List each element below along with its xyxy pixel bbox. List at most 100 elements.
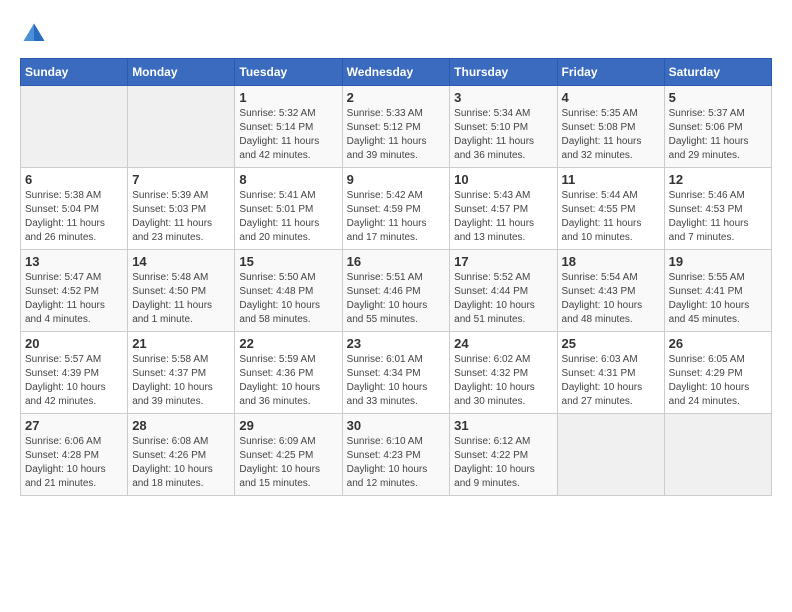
day-info: Sunrise: 5:38 AMSunset: 5:04 PMDaylight:…	[25, 190, 105, 243]
day-number: 29	[239, 418, 337, 433]
day-info: Sunrise: 5:55 AMSunset: 4:41 PMDaylight:…	[669, 272, 750, 325]
calendar-cell: 3 Sunrise: 5:34 AMSunset: 5:10 PMDaylight…	[450, 86, 557, 168]
day-number: 5	[669, 90, 767, 105]
day-info: Sunrise: 6:05 AMSunset: 4:29 PMDaylight:…	[669, 354, 750, 407]
day-info: Sunrise: 5:58 AMSunset: 4:37 PMDaylight:…	[132, 354, 213, 407]
day-info: Sunrise: 5:37 AMSunset: 5:06 PMDaylight:…	[669, 108, 749, 161]
column-header-tuesday: Tuesday	[235, 59, 342, 86]
day-info: Sunrise: 5:44 AMSunset: 4:55 PMDaylight:…	[562, 190, 642, 243]
calendar-week-row: 27 Sunrise: 6:06 AMSunset: 4:28 PMDayligh…	[21, 414, 772, 496]
calendar-cell: 4 Sunrise: 5:35 AMSunset: 5:08 PMDaylight…	[557, 86, 664, 168]
calendar-cell: 2Sunrise: 5:33 AMSunset: 5:12 PMDaylight…	[342, 86, 450, 168]
day-number: 31	[454, 418, 552, 433]
calendar-cell	[557, 414, 664, 496]
day-info: Sunrise: 5:34 AMSunset: 5:10 PMDaylight:…	[454, 108, 534, 161]
calendar-cell: 15 Sunrise: 5:50 AMSunset: 4:48 PMDayligh…	[235, 250, 342, 332]
day-info: Sunrise: 6:02 AMSunset: 4:32 PMDaylight:…	[454, 354, 535, 407]
day-number: 14	[132, 254, 230, 269]
day-info: Sunrise: 5:50 AMSunset: 4:48 PMDaylight:…	[239, 272, 320, 325]
calendar-cell: 6 Sunrise: 5:38 AMSunset: 5:04 PMDaylight…	[21, 168, 128, 250]
calendar-cell: 27 Sunrise: 6:06 AMSunset: 4:28 PMDayligh…	[21, 414, 128, 496]
day-info: Sunrise: 5:39 AMSunset: 5:03 PMDaylight:…	[132, 190, 212, 243]
calendar-cell: 31 Sunrise: 6:12 AMSunset: 4:22 PMDayligh…	[450, 414, 557, 496]
day-info: Sunrise: 5:46 AMSunset: 4:53 PMDaylight:…	[669, 190, 749, 243]
day-number: 13	[25, 254, 123, 269]
day-info: Sunrise: 6:09 AMSunset: 4:25 PMDaylight:…	[239, 436, 320, 489]
column-header-friday: Friday	[557, 59, 664, 86]
day-info: Sunrise: 5:47 AMSunset: 4:52 PMDaylight:…	[25, 272, 105, 325]
day-info: Sunrise: 6:10 AMSunset: 4:23 PMDaylight:…	[347, 436, 428, 489]
day-info: Sunrise: 5:32 AMSunset: 5:14 PMDaylight:…	[239, 108, 319, 161]
logo-icon	[20, 20, 48, 48]
column-header-wednesday: Wednesday	[342, 59, 450, 86]
day-info: Sunrise: 5:35 AMSunset: 5:08 PMDaylight:…	[562, 108, 642, 161]
calendar-cell: 23 Sunrise: 6:01 AMSunset: 4:34 PMDayligh…	[342, 332, 450, 414]
calendar-cell: 14 Sunrise: 5:48 AMSunset: 4:50 PMDayligh…	[128, 250, 235, 332]
calendar-cell: 8 Sunrise: 5:41 AMSunset: 5:01 PMDaylight…	[235, 168, 342, 250]
day-number: 9	[347, 172, 446, 187]
calendar-cell: 29 Sunrise: 6:09 AMSunset: 4:25 PMDayligh…	[235, 414, 342, 496]
day-info: Sunrise: 5:43 AMSunset: 4:57 PMDaylight:…	[454, 190, 534, 243]
calendar-cell: 28 Sunrise: 6:08 AMSunset: 4:26 PMDayligh…	[128, 414, 235, 496]
calendar-cell: 18 Sunrise: 5:54 AMSunset: 4:43 PMDayligh…	[557, 250, 664, 332]
day-info: Sunrise: 5:48 AMSunset: 4:50 PMDaylight:…	[132, 272, 212, 325]
day-number: 28	[132, 418, 230, 433]
calendar-cell: 30 Sunrise: 6:10 AMSunset: 4:23 PMDayligh…	[342, 414, 450, 496]
calendar-cell: 13 Sunrise: 5:47 AMSunset: 4:52 PMDayligh…	[21, 250, 128, 332]
calendar-table: SundayMondayTuesdayWednesdayThursdayFrid…	[20, 58, 772, 496]
page-header	[20, 20, 772, 48]
calendar-cell: 11 Sunrise: 5:44 AMSunset: 4:55 PMDayligh…	[557, 168, 664, 250]
day-number: 8	[239, 172, 337, 187]
day-number: 7	[132, 172, 230, 187]
day-info: Sunrise: 5:54 AMSunset: 4:43 PMDaylight:…	[562, 272, 643, 325]
day-info: Sunrise: 5:51 AMSunset: 4:46 PMDaylight:…	[347, 272, 428, 325]
day-number: 26	[669, 336, 767, 351]
day-number: 22	[239, 336, 337, 351]
calendar-cell: 9Sunrise: 5:42 AMSunset: 4:59 PMDaylight…	[342, 168, 450, 250]
day-number: 15	[239, 254, 337, 269]
day-number: 24	[454, 336, 552, 351]
calendar-week-row: 13 Sunrise: 5:47 AMSunset: 4:52 PMDayligh…	[21, 250, 772, 332]
day-number: 17	[454, 254, 552, 269]
day-number: 3	[454, 90, 552, 105]
day-info: Sunrise: 6:03 AMSunset: 4:31 PMDaylight:…	[562, 354, 643, 407]
day-info: Sunrise: 5:59 AMSunset: 4:36 PMDaylight:…	[239, 354, 320, 407]
day-number: 23	[347, 336, 446, 351]
calendar-cell: 20Sunrise: 5:57 AMSunset: 4:39 PMDayligh…	[21, 332, 128, 414]
calendar-cell: 26 Sunrise: 6:05 AMSunset: 4:29 PMDayligh…	[664, 332, 771, 414]
column-header-thursday: Thursday	[450, 59, 557, 86]
column-header-saturday: Saturday	[664, 59, 771, 86]
day-number: 19	[669, 254, 767, 269]
calendar-cell: 1 Sunrise: 5:32 AMSunset: 5:14 PMDaylight…	[235, 86, 342, 168]
calendar-cell: 19 Sunrise: 5:55 AMSunset: 4:41 PMDayligh…	[664, 250, 771, 332]
day-info: Sunrise: 5:41 AMSunset: 5:01 PMDaylight:…	[239, 190, 319, 243]
day-number: 11	[562, 172, 660, 187]
calendar-cell: 7 Sunrise: 5:39 AMSunset: 5:03 PMDaylight…	[128, 168, 235, 250]
day-info: Sunrise: 6:06 AMSunset: 4:28 PMDaylight:…	[25, 436, 106, 489]
calendar-week-row: 20Sunrise: 5:57 AMSunset: 4:39 PMDayligh…	[21, 332, 772, 414]
calendar-cell	[21, 86, 128, 168]
calendar-cell: 10Sunrise: 5:43 AMSunset: 4:57 PMDayligh…	[450, 168, 557, 250]
day-number: 16	[347, 254, 446, 269]
calendar-cell: 25 Sunrise: 6:03 AMSunset: 4:31 PMDayligh…	[557, 332, 664, 414]
day-info: Sunrise: 6:01 AMSunset: 4:34 PMDaylight:…	[347, 354, 428, 407]
day-number: 6	[25, 172, 123, 187]
day-number: 25	[562, 336, 660, 351]
calendar-week-row: 6 Sunrise: 5:38 AMSunset: 5:04 PMDaylight…	[21, 168, 772, 250]
day-info: Sunrise: 6:08 AMSunset: 4:26 PMDaylight:…	[132, 436, 213, 489]
calendar-header-row: SundayMondayTuesdayWednesdayThursdayFrid…	[21, 59, 772, 86]
day-number: 1	[239, 90, 337, 105]
day-number: 27	[25, 418, 123, 433]
calendar-cell	[128, 86, 235, 168]
logo	[20, 20, 52, 48]
calendar-cell: 21 Sunrise: 5:58 AMSunset: 4:37 PMDayligh…	[128, 332, 235, 414]
day-info: Sunrise: 6:12 AMSunset: 4:22 PMDaylight:…	[454, 436, 535, 489]
column-header-monday: Monday	[128, 59, 235, 86]
day-number: 4	[562, 90, 660, 105]
day-number: 21	[132, 336, 230, 351]
day-number: 20	[25, 336, 123, 351]
day-number: 30	[347, 418, 446, 433]
day-number: 18	[562, 254, 660, 269]
column-header-sunday: Sunday	[21, 59, 128, 86]
day-info: Sunrise: 5:33 AMSunset: 5:12 PMDaylight:…	[347, 108, 427, 161]
